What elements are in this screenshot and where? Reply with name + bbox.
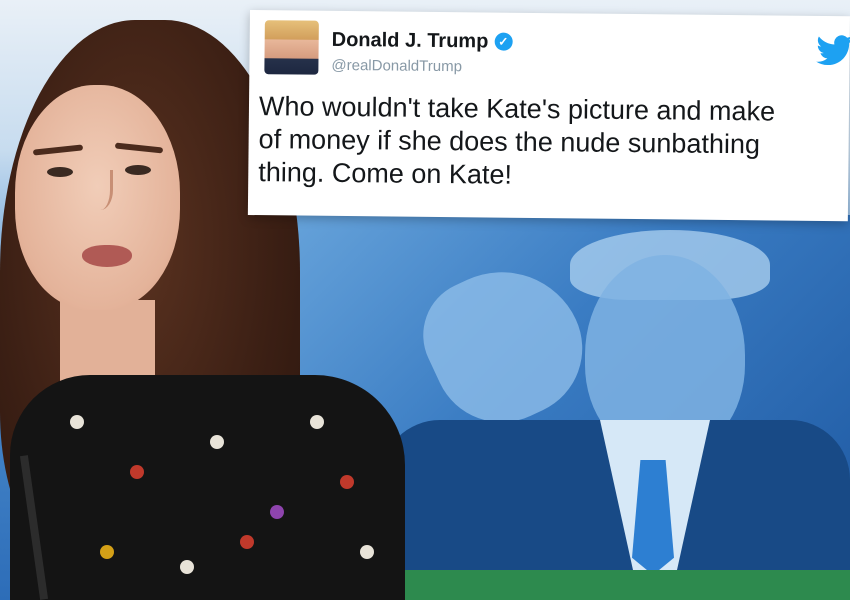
display-name-text: Donald J. Trump [331, 28, 489, 53]
flower-icon [70, 415, 84, 429]
right-eyebrow [114, 142, 164, 154]
flower-icon [240, 535, 254, 549]
mouth [82, 245, 132, 267]
flower-icon [340, 475, 354, 489]
display-name[interactable]: Donald J. Trump ✓ [332, 29, 513, 54]
avatar[interactable] [264, 20, 319, 75]
left-eye [47, 167, 73, 177]
floral-dress [10, 375, 405, 600]
flower-icon [210, 435, 224, 449]
tweet-text: Who wouldn't take Kate's picture and mak… [258, 91, 776, 190]
verified-badge-icon: ✓ [494, 32, 513, 51]
flower-icon [130, 465, 144, 479]
footer-bar [405, 570, 850, 600]
flower-icon [100, 545, 114, 559]
tweet-card: Donald J. Trump ✓ @realDonaldTrump Who wo… [247, 10, 850, 222]
twitter-bird-icon [814, 31, 850, 78]
nose [88, 170, 113, 210]
flower-icon [360, 545, 374, 559]
flower-icon [180, 560, 194, 574]
left-eyebrow [32, 144, 84, 156]
right-eye [125, 165, 151, 175]
flower-icon [310, 415, 324, 429]
user-handle[interactable]: @realDonaldTrump [331, 57, 462, 75]
flower-icon [270, 505, 284, 519]
